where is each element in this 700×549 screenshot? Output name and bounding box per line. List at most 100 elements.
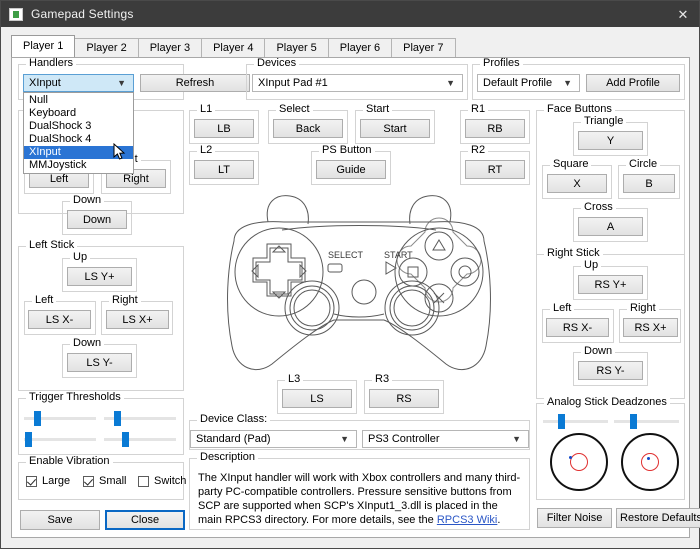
cross-button[interactable]: A xyxy=(578,217,643,236)
right-stick-left-button[interactable]: RS X- xyxy=(546,318,609,337)
handler-option-dualshock-3[interactable]: DualShock 3 xyxy=(24,120,133,133)
handler-option-xinput[interactable]: XInput xyxy=(24,146,133,159)
chevron-down-icon: ▼ xyxy=(340,434,349,444)
chevron-down-icon: ▼ xyxy=(117,78,126,88)
gamepad-illustration: SELECT START xyxy=(194,186,524,376)
checkbox-box xyxy=(83,476,94,487)
handler-dropdown-list[interactable]: Null Keyboard DualShock 3 DualShock 4 XI… xyxy=(23,92,134,174)
window-controls: ✕ xyxy=(667,1,699,27)
slider-thumb[interactable] xyxy=(630,414,637,429)
tab-player-3[interactable]: Player 3 xyxy=(138,38,202,57)
left-stick-up-button[interactable]: LS Y+ xyxy=(67,267,132,286)
device-select[interactable]: XInput Pad #1 ▼ xyxy=(252,74,463,92)
right-stick-down-button[interactable]: RS Y- xyxy=(578,361,643,380)
deadzone-inner-circle xyxy=(570,453,588,471)
device-subclass-value: PS3 Controller xyxy=(368,433,440,445)
devices-group-title: Devices xyxy=(254,58,299,69)
slider-thumb[interactable] xyxy=(558,414,565,429)
r1-button[interactable]: RB xyxy=(465,119,525,138)
tab-player-1[interactable]: Player 1 xyxy=(11,35,75,57)
handler-select[interactable]: XInput ▼ xyxy=(23,74,134,92)
gamepad-settings-window: Gamepad Settings ✕ Player 1 Player 2 Pla… xyxy=(0,0,700,549)
title-bar: Gamepad Settings ✕ xyxy=(1,1,699,27)
restore-defaults-button[interactable]: Restore Defaults xyxy=(616,508,700,528)
left-stick-down-label: Down xyxy=(70,338,104,349)
left-stick-right-label: Right xyxy=(109,295,141,306)
handler-option-dualshock-4[interactable]: DualShock 4 xyxy=(24,133,133,146)
right-deadzone-slider[interactable] xyxy=(614,413,679,429)
slider-thumb[interactable] xyxy=(114,411,121,426)
left-stick-left-button[interactable]: LS X- xyxy=(28,310,91,329)
trigger-threshold-slider-2[interactable] xyxy=(104,410,176,426)
vibration-small-label: Small xyxy=(99,475,127,487)
close-button[interactable]: Close xyxy=(105,510,185,530)
tab-player-5[interactable]: Player 5 xyxy=(264,38,328,57)
trigger-threshold-slider-1[interactable] xyxy=(24,410,96,426)
handler-option-null[interactable]: Null xyxy=(24,94,133,107)
l3-button[interactable]: LS xyxy=(282,389,352,408)
slider-thumb[interactable] xyxy=(25,432,32,447)
tab-player-6[interactable]: Player 6 xyxy=(328,38,392,57)
trigger-threshold-slider-3[interactable] xyxy=(24,431,96,447)
slider-track xyxy=(24,438,96,441)
square-label: Square xyxy=(550,159,591,170)
left-stick-down-button[interactable]: LS Y- xyxy=(67,353,132,372)
device-subclass-select[interactable]: PS3 Controller ▼ xyxy=(362,430,529,448)
device-class-select[interactable]: Standard (Pad) ▼ xyxy=(190,430,357,448)
left-deadzone-slider[interactable] xyxy=(543,413,608,429)
save-button[interactable]: Save xyxy=(20,510,100,530)
start-button[interactable]: Start xyxy=(360,119,430,138)
slider-track xyxy=(614,420,679,423)
right-stick-left-label: Left xyxy=(550,303,574,314)
handler-option-mmjoystick[interactable]: MMJoystick xyxy=(24,159,133,172)
triangle-button[interactable]: Y xyxy=(578,131,643,150)
add-profile-button[interactable]: Add Profile xyxy=(586,74,680,92)
tab-player-4[interactable]: Player 4 xyxy=(201,38,265,57)
square-button[interactable]: X xyxy=(547,174,607,193)
left-stick-up-label: Up xyxy=(70,252,90,263)
r3-button[interactable]: RS xyxy=(369,389,439,408)
stick-position-dot xyxy=(569,456,572,459)
start-text: START xyxy=(384,250,413,260)
description-tail: . xyxy=(497,514,500,526)
vibration-switch-label: Switch xyxy=(154,475,186,487)
rpcs3-wiki-link[interactable]: RPCS3 Wiki xyxy=(437,514,498,526)
refresh-button[interactable]: Refresh xyxy=(140,74,250,92)
filter-noise-button[interactable]: Filter Noise xyxy=(537,508,612,528)
dpad-down-label: Down xyxy=(70,195,104,206)
select-text: SELECT xyxy=(328,250,364,260)
left-stick-right-button[interactable]: LS X+ xyxy=(106,310,169,329)
tab-player-2[interactable]: Player 2 xyxy=(74,38,138,57)
vibration-large-checkbox[interactable]: Large xyxy=(26,475,70,487)
device-class-value: Standard (Pad) xyxy=(196,433,271,445)
ps-button-label: PS Button xyxy=(319,145,375,156)
handler-option-keyboard[interactable]: Keyboard xyxy=(24,107,133,120)
right-stick-down-label: Down xyxy=(581,346,615,357)
circle-button[interactable]: B xyxy=(623,174,675,193)
chevron-down-icon: ▼ xyxy=(512,434,521,444)
profile-select[interactable]: Default Profile ▼ xyxy=(477,74,580,92)
slider-thumb[interactable] xyxy=(34,411,41,426)
right-stick-right-button[interactable]: RS X+ xyxy=(623,318,678,337)
trigger-threshold-slider-4[interactable] xyxy=(104,431,176,447)
select-label: Select xyxy=(276,104,313,115)
l2-button[interactable]: LT xyxy=(194,160,254,179)
checkbox-box xyxy=(26,476,37,487)
face-buttons-group-title: Face Buttons xyxy=(544,104,615,115)
select-button[interactable]: Back xyxy=(273,119,343,138)
slider-thumb[interactable] xyxy=(122,432,129,447)
r2-button[interactable]: RT xyxy=(465,160,525,179)
description-group-title: Description xyxy=(197,452,258,463)
l1-button[interactable]: LB xyxy=(194,119,254,138)
tab-player-7[interactable]: Player 7 xyxy=(391,38,455,57)
right-stick-up-button[interactable]: RS Y+ xyxy=(578,275,643,294)
stick-position-dot xyxy=(647,457,650,460)
vibration-switch-checkbox[interactable]: Switch xyxy=(138,475,186,487)
slider-track xyxy=(104,438,176,441)
checkbox-box xyxy=(138,476,149,487)
close-icon[interactable]: ✕ xyxy=(667,1,699,27)
dpad-down-button[interactable]: Down xyxy=(67,210,127,229)
device-select-value: XInput Pad #1 xyxy=(258,77,328,89)
vibration-small-checkbox[interactable]: Small xyxy=(83,475,127,487)
ps-button[interactable]: Guide xyxy=(316,160,386,179)
